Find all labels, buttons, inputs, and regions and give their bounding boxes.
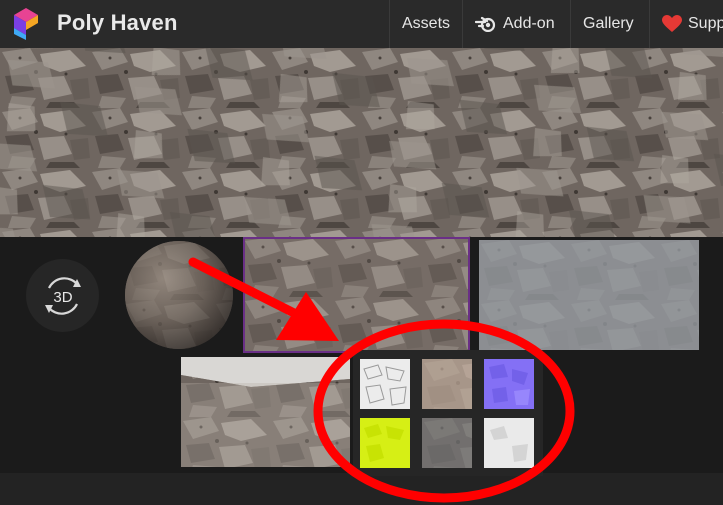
bottom-strip <box>0 473 723 505</box>
displacement-map-thumbnail[interactable] <box>422 418 472 468</box>
normal-map-thumbnail[interactable] <box>484 359 534 409</box>
rotate-3d-icon: 3D <box>44 276 81 315</box>
sphere-preview[interactable] <box>124 240 234 350</box>
nav-label: Assets <box>402 15 451 32</box>
view-3d-button[interactable]: 3D <box>26 259 99 332</box>
nav-support[interactable]: Supp <box>649 0 723 48</box>
ao-map-thumbnail[interactable] <box>484 418 534 468</box>
grey-texture-thumbnail[interactable] <box>479 240 699 350</box>
poly-haven-logo-icon[interactable] <box>12 7 40 41</box>
albedo-map-thumbnail[interactable] <box>422 359 472 409</box>
scene-render-thumbnail[interactable] <box>181 357 350 467</box>
top-header: Poly Haven Assets Add-on Gallery Supp <box>0 0 723 48</box>
nav-gallery[interactable]: Gallery <box>570 0 649 48</box>
heart-icon <box>662 15 682 33</box>
view-3d-label: 3D <box>53 289 72 306</box>
blender-icon <box>475 16 497 32</box>
texture-hero-preview <box>0 48 723 237</box>
nav-label: Add-on <box>503 15 555 32</box>
nav-assets[interactable]: Assets <box>389 0 462 48</box>
nav-label: Gallery <box>583 15 634 32</box>
nav-label: Supp <box>688 15 723 32</box>
nav-add-on[interactable]: Add-on <box>462 0 570 48</box>
brand-name[interactable]: Poly Haven <box>57 10 178 36</box>
diffuse-map-thumbnail[interactable] <box>360 359 410 409</box>
roughness-map-thumbnail[interactable] <box>360 418 410 468</box>
flat-texture-thumbnail[interactable] <box>243 237 470 353</box>
